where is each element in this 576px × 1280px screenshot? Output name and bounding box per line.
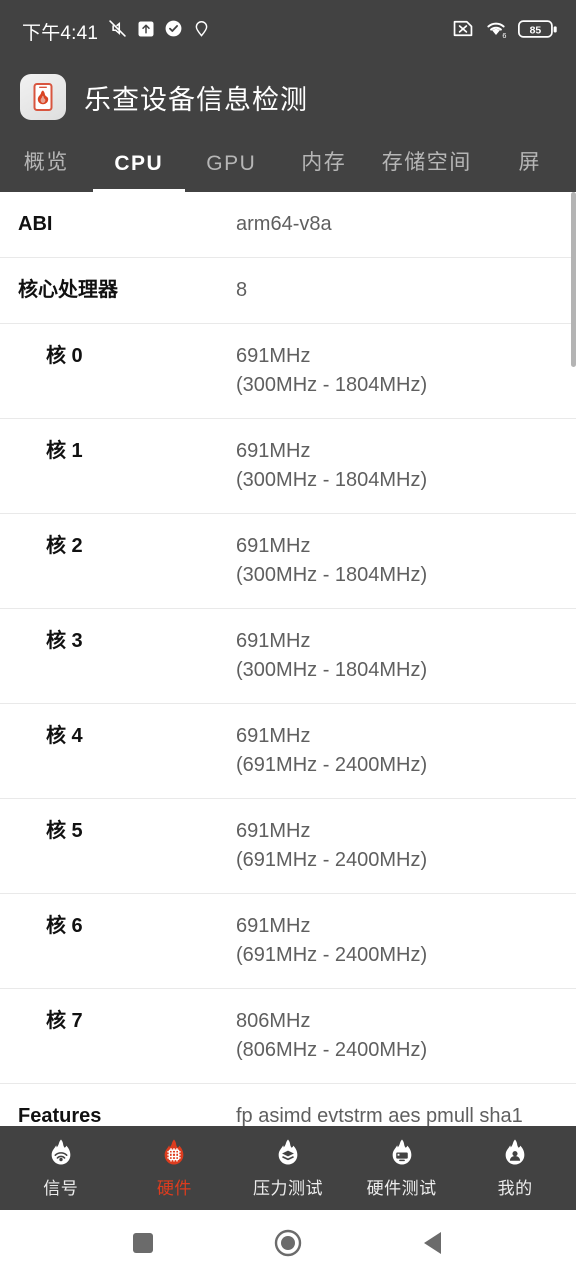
row-value: 691MHz (300MHz - 1804MHz) bbox=[236, 630, 428, 681]
nav-item-hardware-test[interactable]: 硬件测试 bbox=[346, 1137, 458, 1199]
location-pin-icon bbox=[192, 19, 211, 43]
phone-flame-icon bbox=[20, 74, 66, 120]
nav-label: 信号 bbox=[43, 1179, 79, 1198]
row-label: 核心处理器 bbox=[18, 279, 118, 301]
bottom-navigation[interactable]: 信号 硬件 压力测试 硬件测试 我的 bbox=[0, 1126, 576, 1210]
status-bar-left: 下午4:41 bbox=[22, 18, 211, 45]
nav-label: 压力测试 bbox=[252, 1179, 323, 1198]
circle-icon bbox=[274, 1229, 302, 1262]
status-bar-right: 6 85 bbox=[452, 19, 558, 44]
tab-cpu[interactable]: CPU bbox=[92, 134, 186, 192]
row-value: 691MHz (691MHz - 2400MHz) bbox=[236, 820, 428, 871]
tab-overview[interactable]: 概览 bbox=[0, 134, 93, 192]
row-value: 806MHz (806MHz - 2400MHz) bbox=[236, 1010, 428, 1061]
tab-label: 屏 bbox=[518, 151, 542, 174]
row-label: 核 7 bbox=[46, 1010, 83, 1032]
svg-text:6: 6 bbox=[502, 31, 506, 39]
row-value: 691MHz (300MHz - 1804MHz) bbox=[236, 440, 428, 491]
table-row[interactable]: 核 0 691MHz (300MHz - 1804MHz) bbox=[0, 324, 576, 419]
table-row[interactable]: 核 6 691MHz (691MHz - 2400MHz) bbox=[0, 894, 576, 989]
battery-level-text: 85 bbox=[530, 25, 542, 36]
table-row[interactable]: 核 3 691MHz (300MHz - 1804MHz) bbox=[0, 609, 576, 704]
android-system-nav[interactable] bbox=[0, 1210, 576, 1280]
table-row[interactable]: Features fp asimd evtstrm aes pmull sha1 … bbox=[0, 1084, 576, 1126]
row-label: 核 6 bbox=[46, 915, 83, 937]
row-value: fp asimd evtstrm aes pmull sha1 sha2 crc… bbox=[236, 1105, 523, 1126]
tab-label: 存储空间 bbox=[381, 151, 472, 174]
nav-item-mine[interactable]: 我的 bbox=[459, 1137, 571, 1199]
flame-signal-icon bbox=[44, 1137, 78, 1171]
table-row[interactable]: 核 2 691MHz (300MHz - 1804MHz) bbox=[0, 514, 576, 609]
row-value: 691MHz (691MHz - 2400MHz) bbox=[236, 915, 428, 966]
flame-layers-icon bbox=[271, 1137, 305, 1171]
row-value: arm64-v8a bbox=[236, 213, 332, 235]
page-title: 乐查设备信息检测 bbox=[84, 84, 308, 115]
scrollbar-thumb[interactable] bbox=[571, 192, 576, 367]
tab-memory[interactable]: 内存 bbox=[278, 134, 371, 192]
phone-screen: 下午4:41 6 85 乐查设备信息检测 概览 CPU GPU 内存 存储空间 … bbox=[0, 0, 576, 1280]
mute-off-icon bbox=[107, 18, 128, 44]
row-value: 691MHz (300MHz - 1804MHz) bbox=[236, 345, 428, 396]
tab-screen[interactable]: 屏 bbox=[484, 134, 576, 192]
tab-label: CPU bbox=[114, 152, 164, 175]
flame-monitor-icon bbox=[385, 1137, 419, 1171]
cpu-info-list[interactable]: ABI arm64-v8a 核心处理器 8 核 0 691MHz (300MHz - 180… bbox=[0, 192, 576, 1126]
nav-item-stress-test[interactable]: 压力测试 bbox=[232, 1137, 344, 1199]
row-label: 核 1 bbox=[46, 440, 83, 462]
row-label: 核 5 bbox=[46, 820, 83, 842]
nav-item-hardware[interactable]: 硬件 bbox=[118, 1137, 230, 1199]
nav-label: 硬件 bbox=[156, 1179, 192, 1198]
row-value: 8 bbox=[236, 279, 248, 301]
battery-icon: 85 bbox=[518, 19, 558, 44]
table-row[interactable]: 核 7 806MHz (806MHz - 2400MHz) bbox=[0, 989, 576, 1084]
row-label: ABI bbox=[18, 213, 53, 235]
table-row[interactable]: 核心处理器 8 bbox=[0, 258, 576, 324]
back-button[interactable] bbox=[398, 1210, 468, 1280]
tab-gpu[interactable]: GPU bbox=[185, 134, 278, 192]
wifi-6-icon: 6 bbox=[484, 19, 508, 44]
upload-box-icon bbox=[137, 20, 155, 43]
row-value: 691MHz (300MHz - 1804MHz) bbox=[236, 535, 428, 586]
nav-label: 我的 bbox=[497, 1179, 533, 1198]
row-label: 核 4 bbox=[46, 725, 83, 747]
tab-bar[interactable]: 概览 CPU GPU 内存 存储空间 屏 bbox=[0, 134, 576, 192]
tab-label: 概览 bbox=[23, 151, 69, 174]
flame-chip-icon bbox=[157, 1137, 191, 1171]
status-bar-clock: 下午4:41 bbox=[22, 22, 99, 44]
home-button[interactable] bbox=[253, 1210, 323, 1280]
recents-button[interactable] bbox=[108, 1210, 178, 1280]
row-label: 核 3 bbox=[46, 630, 83, 652]
row-label: 核 0 bbox=[46, 345, 83, 367]
tab-label: GPU bbox=[206, 152, 257, 175]
table-row[interactable]: 核 4 691MHz (691MHz - 2400MHz) bbox=[0, 704, 576, 799]
scrollbar-track[interactable] bbox=[571, 192, 576, 1126]
row-value: 691MHz (691MHz - 2400MHz) bbox=[236, 725, 428, 776]
status-bar: 下午4:41 6 85 bbox=[0, 0, 576, 62]
table-row[interactable]: 核 1 691MHz (300MHz - 1804MHz) bbox=[0, 419, 576, 514]
triangle-left-icon bbox=[421, 1230, 445, 1261]
row-label: Features bbox=[18, 1105, 102, 1126]
tab-storage[interactable]: 存储空间 bbox=[370, 134, 483, 192]
tab-label: 内存 bbox=[301, 151, 347, 174]
nav-label: 硬件测试 bbox=[366, 1179, 437, 1198]
check-circle-icon bbox=[164, 19, 183, 43]
nav-item-signal[interactable]: 信号 bbox=[5, 1137, 117, 1199]
info-rows-container: ABI arm64-v8a 核心处理器 8 核 0 691MHz (300MHz - 180… bbox=[0, 192, 576, 1126]
row-label: 核 2 bbox=[46, 535, 83, 557]
app-header-row: 乐查设备信息检测 bbox=[0, 68, 576, 134]
table-row[interactable]: 核 5 691MHz (691MHz - 2400MHz) bbox=[0, 799, 576, 894]
app-header: 乐查设备信息检测 概览 CPU GPU 内存 存储空间 屏 bbox=[0, 62, 576, 192]
table-row[interactable]: ABI arm64-v8a bbox=[0, 192, 576, 258]
sim-disabled-icon bbox=[452, 19, 474, 43]
flame-user-icon bbox=[498, 1137, 532, 1171]
square-icon bbox=[131, 1231, 155, 1260]
